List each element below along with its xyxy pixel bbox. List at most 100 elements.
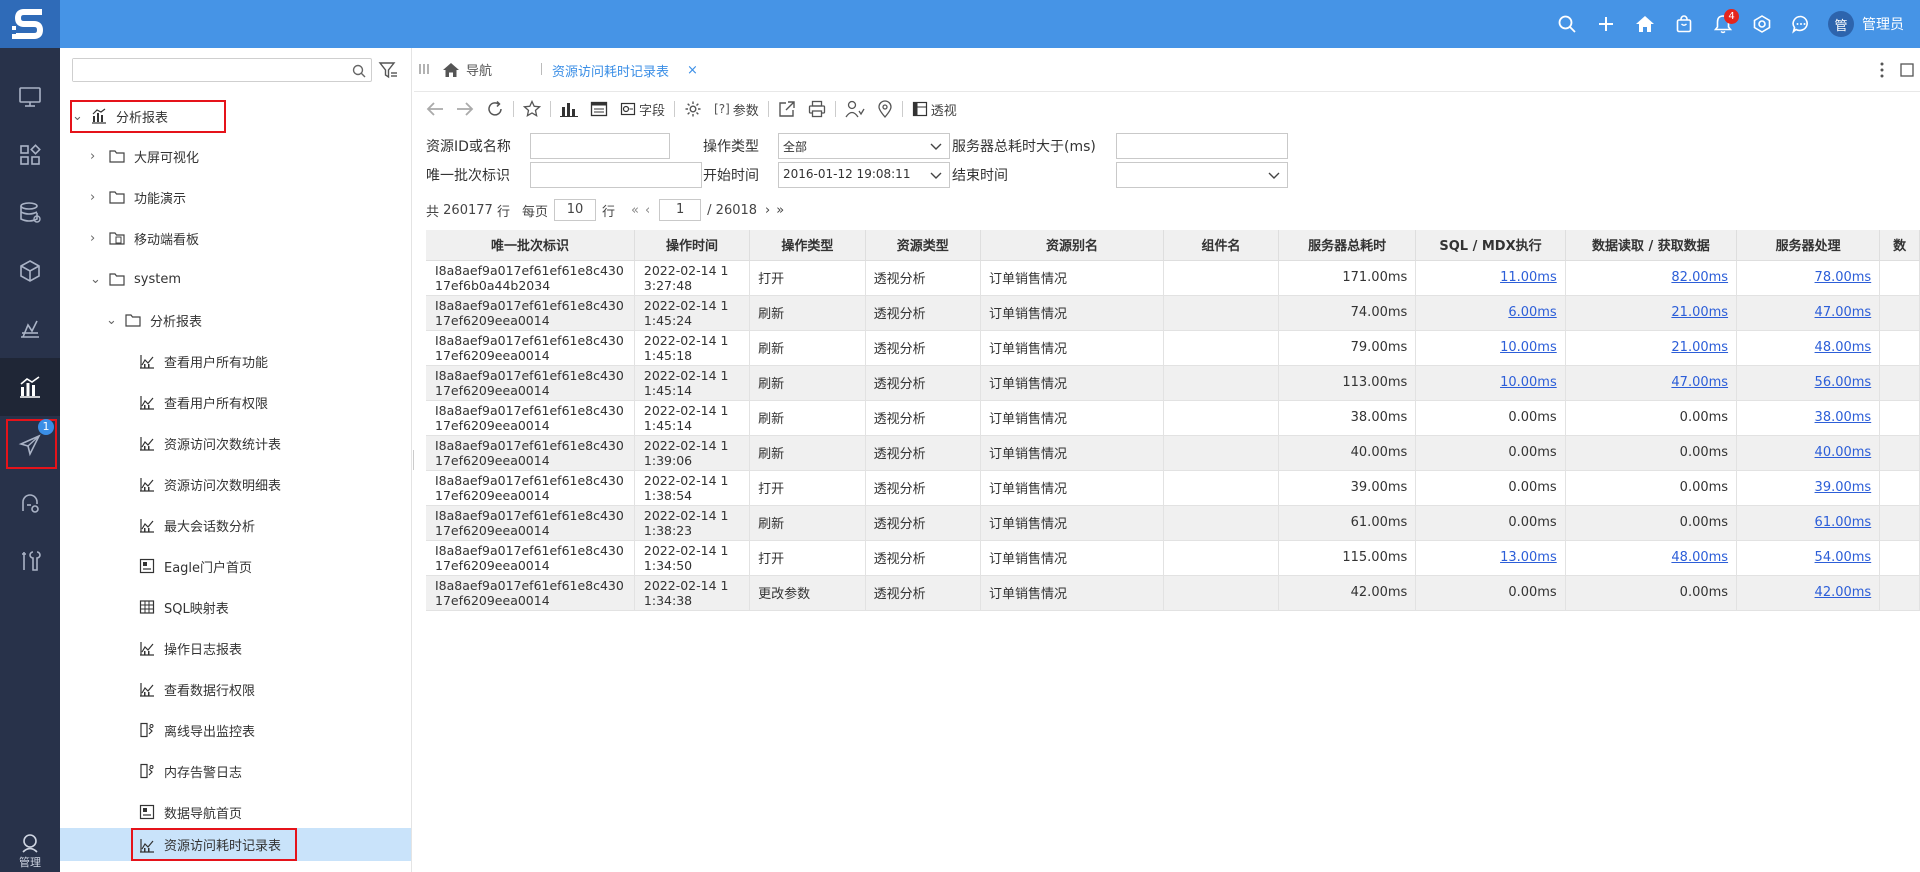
drilldown-link[interactable]: 21.00ms xyxy=(1671,340,1728,355)
table-row[interactable]: I8a8aef9a017ef61ef61e8c43017ef6209eea001… xyxy=(426,435,1920,471)
drilldown-link[interactable]: 42.00ms xyxy=(1815,585,1872,600)
drilldown-link[interactable]: 39.00ms xyxy=(1815,480,1872,495)
bag-icon[interactable] xyxy=(1664,0,1703,48)
drilldown-link[interactable]: 47.00ms xyxy=(1815,305,1872,320)
start-time-select[interactable]: 2016-01-12 19:08:11 xyxy=(778,162,950,188)
menu-toggle-icon[interactable] xyxy=(418,62,430,76)
tree-leaf[interactable]: 查看数据行权限 xyxy=(134,672,255,706)
tab-active[interactable]: 资源访问耗时记录表 × xyxy=(552,61,698,80)
drilldown-link[interactable]: 10.00ms xyxy=(1500,375,1557,390)
notification-bell-icon[interactable]: 4 xyxy=(1703,0,1742,48)
home-icon[interactable] xyxy=(1625,0,1664,48)
op-type-select[interactable]: 全部 xyxy=(778,133,950,159)
table-row[interactable]: I8a8aef9a017ef61ef61e8c43017ef6209eea001… xyxy=(426,575,1920,611)
server-time-input[interactable] xyxy=(1116,133,1288,159)
drilldown-link[interactable]: 11.00ms xyxy=(1500,270,1557,285)
column-header[interactable]: 数据读取 / 获取数据 xyxy=(1565,230,1738,261)
column-header[interactable]: SQL / MDX执行 xyxy=(1415,230,1566,261)
nav-tools-icon[interactable] xyxy=(0,532,60,590)
first-page-icon[interactable]: « xyxy=(631,203,639,218)
settings-icon[interactable] xyxy=(678,95,708,123)
next-page-icon[interactable]: › xyxy=(765,203,770,218)
nav-analysis-icon[interactable] xyxy=(0,358,60,416)
user-params-icon[interactable] xyxy=(839,95,871,123)
chevron-right-icon[interactable]: › xyxy=(90,231,104,246)
drilldown-link[interactable]: 38.00ms xyxy=(1815,410,1872,425)
drilldown-link[interactable]: 82.00ms xyxy=(1671,270,1728,285)
drilldown-link[interactable]: 13.00ms xyxy=(1500,550,1557,565)
drilldown-link[interactable]: 54.00ms xyxy=(1815,550,1872,565)
maximize-icon[interactable] xyxy=(1894,59,1920,81)
location-icon[interactable] xyxy=(871,95,899,123)
column-header[interactable]: 资源类型 xyxy=(865,230,981,261)
column-header[interactable]: 唯一批次标识 xyxy=(426,230,635,261)
end-time-select[interactable] xyxy=(1116,162,1288,188)
drilldown-link[interactable]: 6.00ms xyxy=(1508,305,1556,320)
table-row[interactable]: I8a8aef9a017ef61ef61e8c43017ef6209eea001… xyxy=(426,400,1920,436)
nav-model-icon[interactable] xyxy=(0,242,60,300)
nav-desktop-icon[interactable] xyxy=(0,68,60,126)
app-logo[interactable] xyxy=(0,0,60,48)
drilldown-link[interactable]: 40.00ms xyxy=(1815,445,1872,460)
tree-node-system-analysis[interactable]: ⌄ 分析报表 xyxy=(106,303,202,337)
chevron-right-icon[interactable]: › xyxy=(90,190,104,205)
tree-node-mobile[interactable]: › 移动端看板 xyxy=(90,221,199,255)
drilldown-link[interactable]: 10.00ms xyxy=(1500,340,1557,355)
tree-leaf[interactable]: 离线导出监控表 xyxy=(134,713,255,747)
search-icon[interactable] xyxy=(1547,0,1586,48)
user-menu[interactable]: 管 管理员 xyxy=(1820,11,1920,37)
table-row[interactable]: I8a8aef9a017ef61ef61e8c43017ef6209eea001… xyxy=(426,330,1920,366)
fields-button[interactable]: 字段 xyxy=(614,95,671,123)
drilldown-link[interactable]: 48.00ms xyxy=(1671,550,1728,565)
last-page-icon[interactable]: » xyxy=(776,203,784,218)
tree-leaf[interactable]: 最大会话数分析 xyxy=(134,508,255,542)
column-header[interactable]: 数 xyxy=(1879,230,1920,261)
add-icon[interactable] xyxy=(1586,0,1625,48)
nav-manage[interactable]: 管理 xyxy=(0,832,60,870)
drilldown-link[interactable]: 48.00ms xyxy=(1815,340,1872,355)
nav-mining-icon[interactable] xyxy=(0,474,60,532)
column-header[interactable]: 操作时间 xyxy=(634,230,751,261)
nav-apps-icon[interactable] xyxy=(0,126,60,184)
batch-input[interactable] xyxy=(530,162,702,188)
table-row[interactable]: I8a8aef9a017ef61ef61e8c43017ef6209eea001… xyxy=(426,540,1920,576)
column-header[interactable]: 操作类型 xyxy=(749,230,866,261)
message-icon[interactable] xyxy=(1781,0,1820,48)
column-header[interactable]: 服务器总耗时 xyxy=(1278,230,1417,261)
column-header[interactable]: 服务器处理 xyxy=(1736,230,1881,261)
table-row[interactable]: I8a8aef9a017ef61ef61e8c43017ef6209eea001… xyxy=(426,505,1920,541)
drilldown-link[interactable]: 47.00ms xyxy=(1671,375,1728,390)
skin-icon[interactable] xyxy=(1742,0,1781,48)
drilldown-link[interactable]: 21.00ms xyxy=(1671,305,1728,320)
chevron-right-icon[interactable]: › xyxy=(90,149,104,164)
search-icon[interactable] xyxy=(352,64,366,78)
close-icon[interactable]: × xyxy=(687,63,698,78)
table-row[interactable]: I8a8aef9a017ef61ef61e8c43017ef6209eea001… xyxy=(426,295,1920,331)
drilldown-link[interactable]: 78.00ms xyxy=(1815,270,1872,285)
drilldown-link[interactable]: 56.00ms xyxy=(1815,375,1872,390)
tree-search-input[interactable] xyxy=(72,58,372,82)
tab-home[interactable]: 导航 xyxy=(442,60,492,79)
resource-id-input[interactable] xyxy=(530,133,670,159)
table-row[interactable]: I8a8aef9a017ef61ef61e8c43017ef6209eea001… xyxy=(426,365,1920,401)
tree-leaf[interactable]: 资源访问次数明细表 xyxy=(134,467,281,501)
tree-search-field[interactable] xyxy=(73,59,343,81)
more-icon[interactable] xyxy=(1870,59,1894,81)
chevron-down-icon[interactable]: ⌄ xyxy=(90,272,104,287)
tree-leaf[interactable]: 内存告警日志 xyxy=(134,754,242,788)
filter-icon[interactable] xyxy=(378,60,398,80)
tree-leaf[interactable]: 数据导航首页 xyxy=(134,795,242,829)
tree-leaf[interactable]: 查看用户所有权限 xyxy=(134,385,268,419)
tree-node-system[interactable]: ⌄ system xyxy=(90,262,181,296)
drilldown-link[interactable]: 61.00ms xyxy=(1815,515,1872,530)
export-icon[interactable] xyxy=(772,95,802,123)
tree-leaf[interactable]: SQL映射表 xyxy=(134,590,229,624)
params-button[interactable]: [?] 参数 xyxy=(708,95,765,123)
tree-leaf[interactable]: Eagle门户首页 xyxy=(134,549,252,583)
report-view-icon[interactable] xyxy=(584,95,614,123)
favorite-icon[interactable] xyxy=(517,95,547,123)
column-header[interactable]: 组件名 xyxy=(1163,230,1279,261)
table-row[interactable]: I8a8aef9a017ef61ef61e8c43017ef6209eea001… xyxy=(426,470,1920,506)
back-icon[interactable] xyxy=(420,95,450,123)
tree-leaf[interactable]: 查看用户所有功能 xyxy=(134,344,268,378)
